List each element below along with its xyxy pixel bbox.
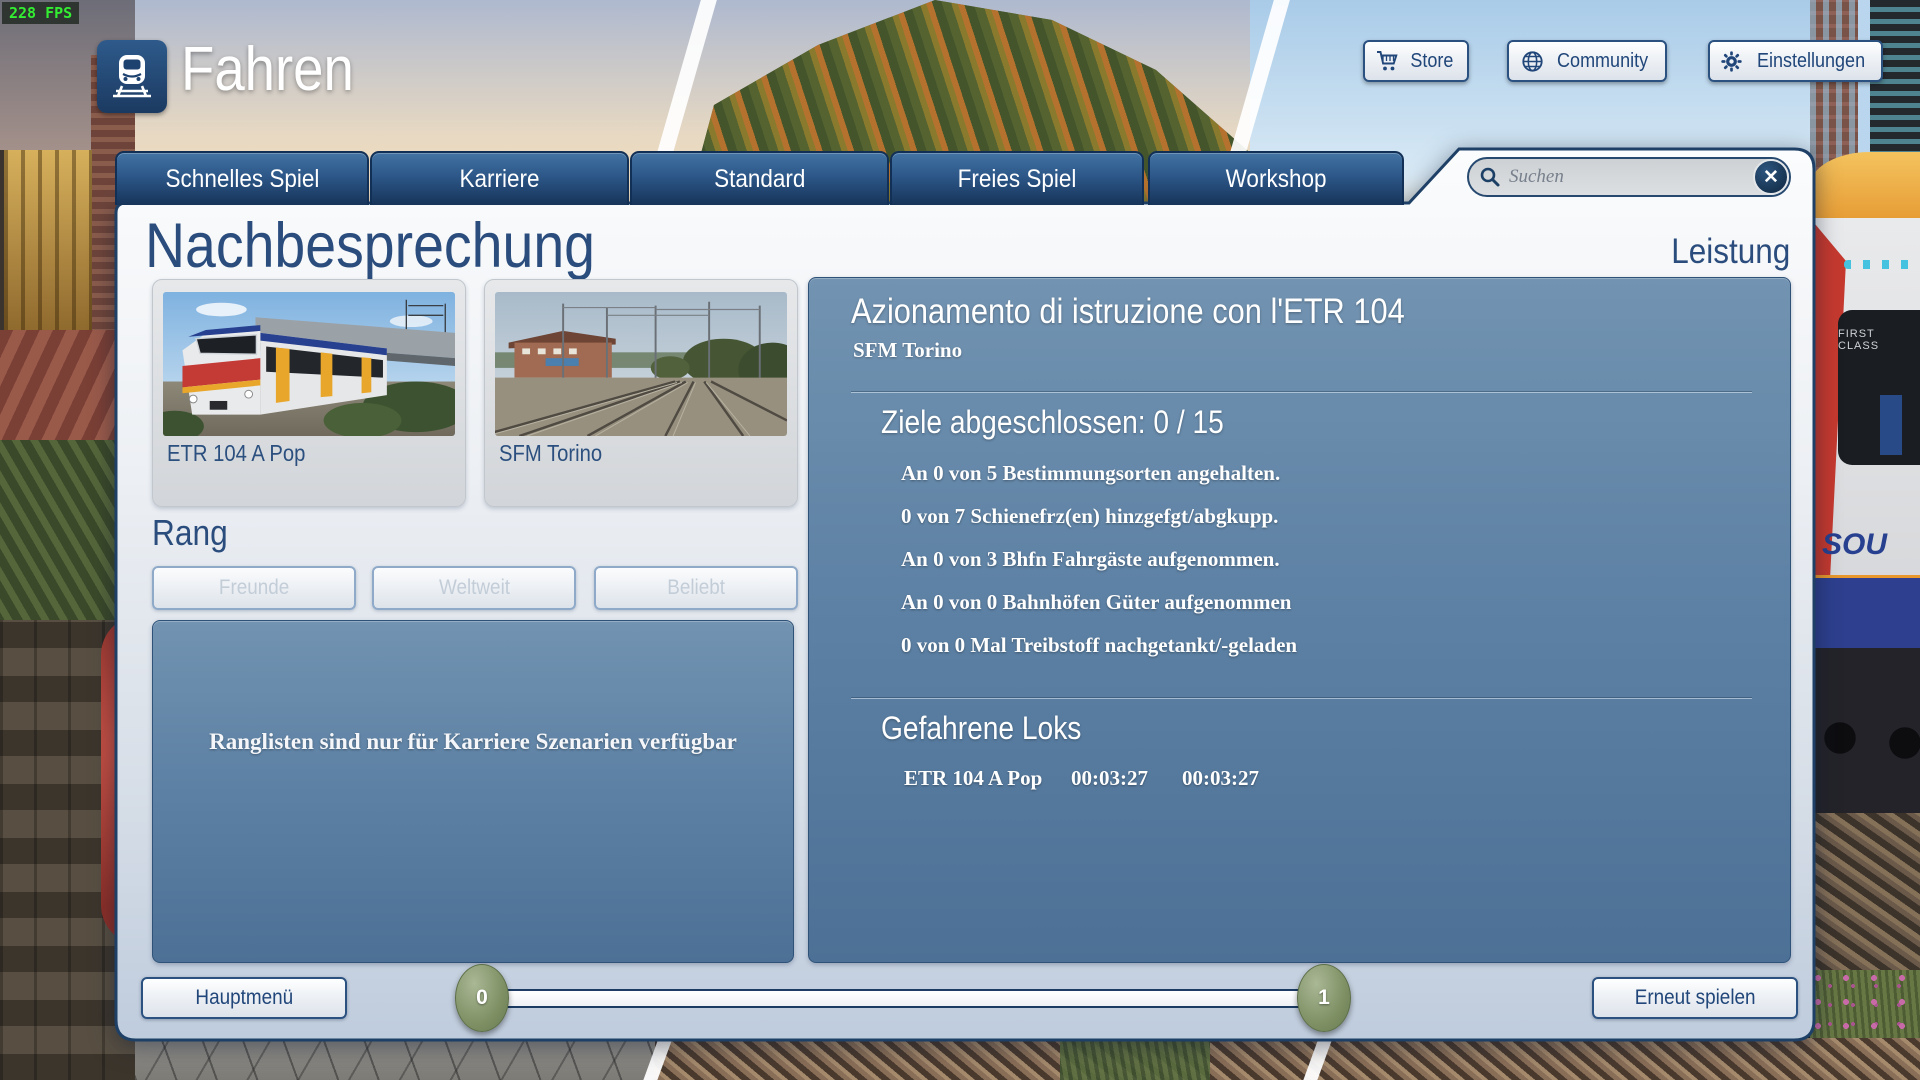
objective-item: 0 von 7 Schienefrz(en) hinzgefgt/abgkupp… <box>901 504 1278 529</box>
community-button[interactable]: Community <box>1507 40 1667 82</box>
search-icon <box>1479 166 1501 188</box>
rank-friends-button[interactable]: Freunde <box>152 566 356 610</box>
scenario-route: SFM Torino <box>853 338 962 363</box>
app-logo <box>97 40 167 113</box>
settings-label: Einstellungen <box>1757 50 1865 73</box>
slider-knob-min[interactable]: 0 <box>455 964 509 1032</box>
performance-label: Leistung <box>1490 232 1790 272</box>
objectives-heading: Ziele abgeschlossen: 0 / 15 <box>881 404 1271 441</box>
driven-locos-heading: Gefahrene Loks <box>881 710 1109 747</box>
scenario-title: Azionamento di istruzione con l'ETR 104 <box>851 292 1480 332</box>
community-label: Community <box>1557 50 1648 73</box>
objective-item: 0 von 0 Mal Treibstoff nachgetankt/-gela… <box>901 633 1297 658</box>
clear-search-button[interactable]: ✕ <box>1753 159 1789 195</box>
objective-item: An 0 von 0 Bahnhöfen Güter aufgenommen <box>901 590 1292 615</box>
thumb-loco[interactable]: ETR 104 A Pop <box>152 279 466 507</box>
train-seats <box>1852 395 1914 455</box>
page-slider-track[interactable] <box>470 989 1334 1008</box>
train-dot-band <box>1844 260 1914 269</box>
rank-popular-button[interactable]: Beliebt <box>594 566 798 610</box>
tab-label: Karriere <box>459 165 539 194</box>
train-livery-text: SOU <box>1822 528 1887 562</box>
background-train-right: FIRST CLASS SOU <box>1810 0 1920 1080</box>
train-simulator-menu-screen: FIRST CLASS SOU 228 FPS <box>0 0 1920 1080</box>
fps-counter: 228 FPS <box>2 2 79 24</box>
replay-button[interactable]: Erneut spielen <box>1592 977 1798 1019</box>
slider-min-value: 0 <box>476 986 488 1010</box>
rank-heading: Rang <box>152 512 238 554</box>
cart-icon <box>1376 50 1400 72</box>
tab-schnelles-spiel[interactable]: Schnelles Spiel <box>115 151 369 205</box>
globe-icon <box>1521 50 1544 73</box>
loco-thumbnail-image <box>163 292 455 436</box>
loco-name: ETR 104 A Pop <box>904 766 1042 791</box>
slider-knob-max[interactable]: 1 <box>1297 964 1351 1032</box>
thumb-route[interactable]: SFM Torino <box>484 279 798 507</box>
rank-worldwide-button[interactable]: Weltweit <box>372 566 576 610</box>
store-button[interactable]: Store <box>1363 40 1469 82</box>
settings-button[interactable]: Einstellungen <box>1708 40 1883 82</box>
loco-time-driven: 00:03:27 <box>1071 766 1148 791</box>
tab-freies-spiel[interactable]: Freies Spiel <box>890 151 1144 205</box>
route-thumbnail-image <box>495 292 787 436</box>
store-label: Store <box>1410 50 1453 73</box>
search-box: ✕ <box>1467 157 1791 197</box>
close-icon: ✕ <box>1763 166 1779 189</box>
objective-item: An 0 von 3 Bhfn Fahrgäste aufgenommen. <box>901 547 1280 572</box>
thumb-label: ETR 104 A Pop <box>167 440 324 467</box>
train-blue-skirt <box>1810 575 1920 648</box>
tab-workshop[interactable]: Workshop <box>1148 151 1404 205</box>
search-input[interactable] <box>1507 165 1753 189</box>
tab-label: Standard <box>714 165 805 194</box>
train-roof-band <box>1810 152 1920 224</box>
train-livery-text: FIRST CLASS <box>1838 328 1914 352</box>
slider-max-value: 1 <box>1318 986 1330 1010</box>
train-bogies <box>1810 648 1920 813</box>
leaderboard-panel: Ranglisten sind nur für Karriere Szenari… <box>152 620 794 963</box>
lit-castle <box>4 150 92 330</box>
debrief-panel: Azionamento di istruzione con l'ETR 104 … <box>808 277 1791 963</box>
track-ballast <box>1810 813 1920 983</box>
loco-time-total: 00:03:27 <box>1182 766 1259 791</box>
tab-label: Workshop <box>1226 165 1327 194</box>
divider <box>851 698 1752 699</box>
thumb-label: SFM Torino <box>499 440 616 467</box>
tab-label: Freies Spiel <box>958 165 1077 194</box>
objective-item: An 0 von 5 Bestimmungsorten angehalten. <box>901 461 1280 486</box>
train-carriage-side: FIRST CLASS SOU <box>1810 218 1920 648</box>
gear-icon <box>1720 50 1743 73</box>
train-window-band: FIRST CLASS <box>1838 310 1920 465</box>
page-title: Nachbesprechung <box>145 210 656 282</box>
tab-karriere[interactable]: Karriere <box>370 151 629 205</box>
tab-label: Schnelles Spiel <box>165 165 319 194</box>
main-menu-button[interactable]: Hauptmenü <box>141 977 347 1019</box>
leaderboard-empty-message: Ranglisten sind nur für Karriere Szenari… <box>153 729 793 755</box>
divider <box>851 392 1752 393</box>
train-icon <box>108 52 156 102</box>
tab-standard[interactable]: Standard <box>630 151 889 205</box>
app-title: Fahren <box>181 34 377 105</box>
